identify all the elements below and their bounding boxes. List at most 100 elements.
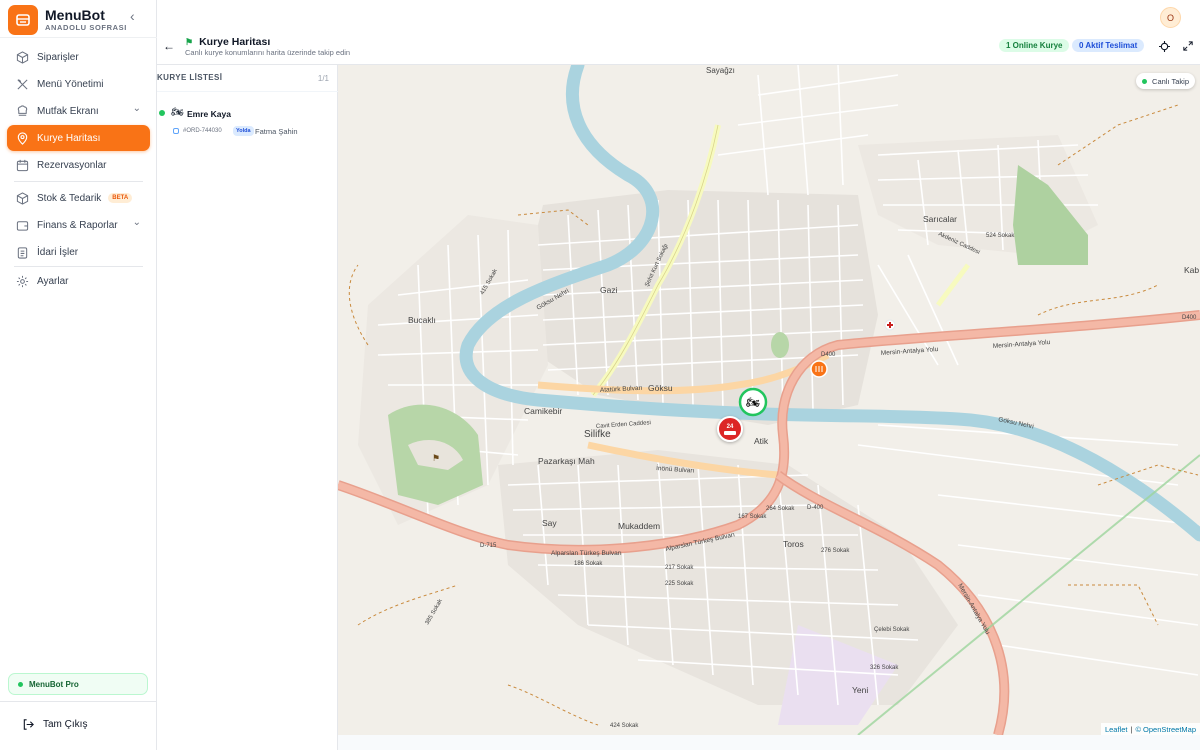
place-pazarkasi: Pazarkaşı Mah — [538, 456, 595, 466]
courier-list-count: 1/1 — [317, 74, 329, 83]
sidebar-item-finance[interactable]: Finans & Raporlar ⌄ — [7, 212, 150, 238]
brand: MenuBot ANADOLU SOFRASI — [8, 4, 148, 36]
road-label: 326 Sokak — [870, 665, 899, 671]
page-subtitle: Canlı kurye konumlarını harita üzerinde … — [185, 48, 351, 57]
map-tiles: Silifke Sayağzı Sarıcalar Bucaklı Gazi G… — [338, 65, 1200, 735]
place-bucakli: Bucaklı — [408, 315, 436, 325]
leaflet-link[interactable]: Leaflet — [1105, 725, 1128, 734]
svg-text:⚑: ⚑ — [432, 453, 440, 463]
place-toros: Toros — [783, 539, 804, 549]
place-goksu: Göksu — [648, 383, 673, 393]
map-view[interactable]: Silifke Sayağzı Sarıcalar Bucaklı Gazi G… — [338, 65, 1200, 735]
sidebar-item-reservations[interactable]: Rezervasyonlar — [7, 152, 150, 178]
crosshair-icon — [1158, 40, 1170, 52]
chevron-down-icon: ⌄ — [132, 103, 141, 114]
place-mukaddem: Mukaddem — [618, 521, 660, 531]
place-say: Say — [542, 518, 557, 528]
wallet-icon — [16, 220, 29, 231]
road-label: 186 Sokak — [574, 561, 603, 567]
road-label: Alparslan Türkeş Bulvarı — [551, 550, 622, 557]
sidebar-item-courier-map[interactable]: Kurye Haritası — [7, 125, 150, 151]
courier-customer: Fatma Şahin — [255, 127, 298, 136]
live-tracking-indicator: Canlı Takip — [1136, 73, 1195, 89]
sidebar-item-label: Rezervasyonlar — [37, 159, 107, 171]
road-label: D-715 — [480, 543, 497, 549]
road-label: D-400 — [807, 505, 824, 511]
utensils-icon — [17, 78, 28, 90]
svg-text:🏍: 🏍 — [746, 397, 760, 409]
courier-order-id: #ORD-744030 — [183, 128, 222, 134]
calendar-icon — [16, 159, 29, 171]
road-label: 167 Sokak — [738, 514, 767, 520]
status-dot — [18, 681, 23, 687]
recenter-button[interactable] — [1156, 38, 1172, 54]
place-sayagzi: Sayağzı — [706, 66, 735, 75]
place-yeni: Yeni — [852, 685, 868, 695]
road-label: 524 Sokak — [986, 233, 1015, 239]
sidebar-item-orders[interactable]: Siparişler — [7, 44, 150, 70]
sidebar-item-admin[interactable]: İdari İşler — [7, 239, 150, 265]
road-label: D400 — [1182, 315, 1197, 321]
online-courier-badge: 1 Online Kurye — [999, 39, 1070, 52]
courier-name: Emre Kaya — [187, 109, 231, 119]
sidebar-item-label: Ayarlar — [37, 275, 69, 287]
courier-marker-icon[interactable]: 🏍 — [738, 387, 768, 417]
flag-icon: ⚑ — [185, 36, 194, 47]
sidebar-item-stock[interactable]: Stok & Tedarik BETA — [7, 185, 150, 211]
map-pin-icon — [17, 131, 28, 145]
sidebar-item-settings[interactable]: Ayarlar — [7, 268, 150, 294]
place-camikebir: Camikebir — [524, 406, 562, 416]
brand-name: MenuBot — [45, 6, 105, 23]
logout-button[interactable]: Tam Çıkış — [22, 718, 87, 731]
sidebar-item-kitchen[interactable]: Mutfak Ekranı ⌄ — [7, 98, 150, 124]
map-attribution: Leaflet | © OpenStreetMap — [1100, 723, 1200, 735]
courier-status-badge: Yolda — [233, 126, 254, 136]
sidebar-item-menu[interactable]: Menü Yönetimi — [7, 71, 150, 97]
logout-label: Tam Çıkış — [43, 719, 88, 730]
sidebar-item-label: Kurye Haritası — [37, 132, 101, 144]
clipboard-icon — [17, 246, 28, 259]
road-label: 264 Sokak — [766, 506, 795, 512]
sidebar-item-label: Siparişler — [37, 51, 79, 63]
chevron-down-icon: ⌄ — [132, 217, 141, 228]
page-title: ⚑ Kurye Haritası — [185, 36, 270, 48]
road-label: 276 Sokak — [821, 548, 850, 554]
page-title-text: Kurye Haritası — [199, 36, 271, 48]
place-silifke: Silifke — [584, 429, 611, 440]
brand-logo-icon — [8, 5, 38, 35]
osm-link[interactable]: © OpenStreetMap — [1135, 725, 1196, 734]
bottom-strip — [338, 735, 1200, 750]
collapse-sidebar-chevron-icon[interactable]: ‹ — [130, 8, 135, 24]
chef-hat-icon — [17, 104, 28, 116]
plan-badge[interactable]: MenuBot Pro — [8, 673, 148, 695]
sidebar-nav: Siparişler Menü Yönetimi Mutfak Ekranı ⌄… — [7, 44, 150, 294]
courier-item[interactable]: 🏍 Emre Kaya #ORD-744030 Yolda Fatma Şahi… — [159, 105, 329, 141]
sidebar: MenuBot ANADOLU SOFRASI ‹ Siparişler Men… — [0, 0, 157, 750]
restaurant-marker-icon[interactable] — [810, 360, 828, 378]
road-label: 217 Sokak — [665, 565, 694, 571]
road-label: Çelebi Sokak — [874, 627, 910, 633]
place-saricalar: Sarıcalar — [923, 214, 957, 224]
motorcycle-icon: 🏍 — [171, 107, 184, 118]
place-atik: Atik — [754, 436, 769, 446]
brand-subtitle: ANADOLU SOFRASI — [45, 22, 127, 32]
page-header: ← ⚑ Kurye Haritası Canlı kurye konumları… — [157, 36, 1200, 65]
online-status-dot — [159, 110, 165, 116]
user-avatar[interactable]: O — [1160, 7, 1181, 28]
beta-badge: BETA — [108, 193, 133, 203]
back-arrow-icon[interactable]: ← — [163, 39, 175, 53]
sidebar-item-label: İdari İşler — [37, 246, 79, 258]
courier-list-heading: KURYE LİSTESİ — [157, 73, 223, 82]
destination-marker-number: 24 — [726, 423, 734, 430]
box-icon — [16, 50, 29, 64]
home-icon — [724, 430, 736, 435]
package-icon — [16, 191, 29, 205]
expand-icon — [1183, 41, 1193, 51]
road-label: 424 Sokak — [610, 723, 639, 729]
sidebar-item-label: Menü Yönetimi — [37, 78, 104, 90]
live-label: Canlı Takip — [1152, 76, 1189, 86]
destination-marker[interactable]: 24 — [717, 416, 743, 442]
place-gazi: Gazi — [600, 285, 618, 295]
courier-list-panel: KURYE LİSTESİ 1/1 🏍 Emre Kaya #ORD-74403… — [157, 65, 338, 750]
fullscreen-button[interactable] — [1180, 38, 1196, 54]
